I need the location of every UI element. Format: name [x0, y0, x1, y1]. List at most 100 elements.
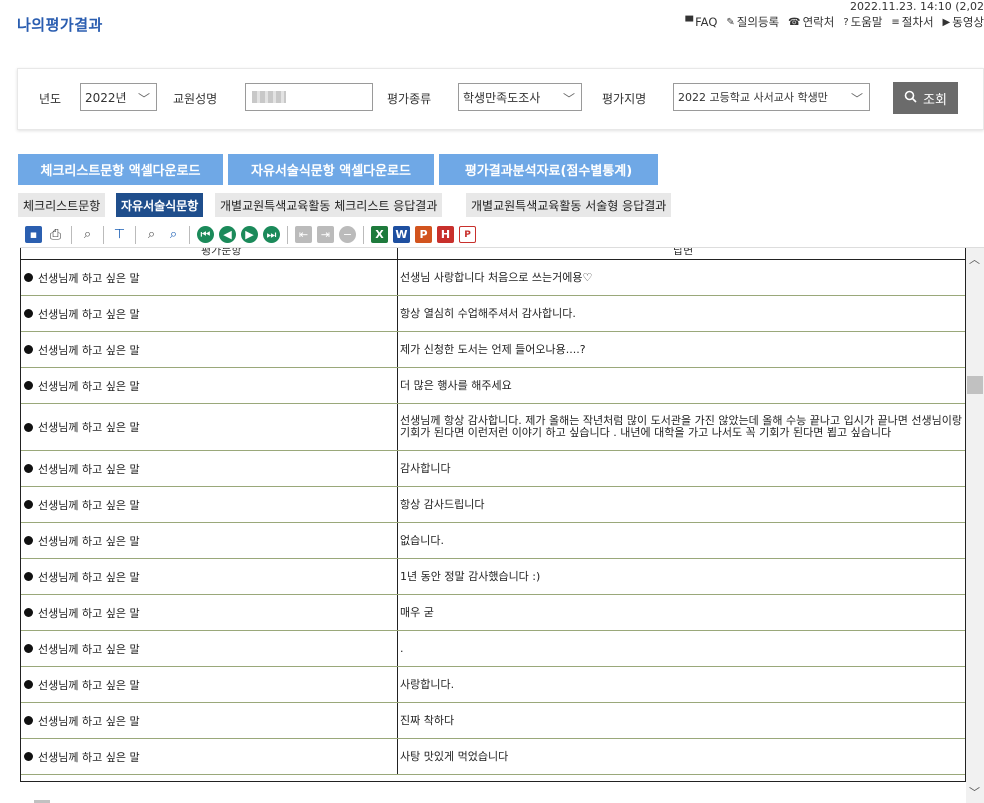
table-row: 선생님께 하고 싶은 말 사랑합니다.: [21, 667, 965, 703]
faq-icon: ▀: [685, 16, 694, 28]
question-cell: 선생님께 하고 싶은 말: [24, 739, 140, 774]
zoom-icon[interactable]: ⌕: [79, 226, 96, 243]
answer-cell: .: [400, 631, 962, 666]
tab-checklist[interactable]: 체크리스트문항: [18, 193, 106, 217]
bullet-icon: [24, 572, 33, 581]
word-icon[interactable]: W: [393, 226, 410, 243]
eval-index-select[interactable]: 2022 고등학교 사서교사 학생만 ﹀: [673, 83, 870, 111]
answer-cell: 감사합니다: [400, 451, 962, 486]
answer-text: 1년 동안 정말 감사했습니다 :): [400, 569, 541, 583]
answer-column-header: 답변: [673, 248, 694, 257]
table-row: 선생님께 하고 싶은 말 사탕 맛있게 먹었습니다: [21, 739, 965, 775]
find-next-icon[interactable]: ⌕: [165, 226, 182, 243]
procedure-link[interactable]: ≡ 절차서: [891, 14, 933, 30]
vertical-scrollbar[interactable]: ︿ ﹀: [966, 248, 984, 803]
import-icon[interactable]: ⇥: [317, 226, 334, 243]
bullet-icon: [24, 500, 33, 509]
tree-icon[interactable]: ⊤: [111, 226, 128, 243]
answer-cell: 항상 감사드립니다: [400, 487, 962, 522]
eval-type-select[interactable]: 학생만족도조사 ﹀: [458, 83, 582, 111]
next-page-icon[interactable]: ▶: [241, 226, 258, 243]
last-page-icon[interactable]: ⏭: [263, 226, 280, 243]
report-toolbar: ▪ ⎙ ⌕ ⊤ ⌕ ⌕ ⏮ ◀ ▶ ⏭ ⇤ ⇥ − X W P H P: [20, 222, 984, 248]
faq-link[interactable]: ▀ FAQ: [685, 14, 717, 30]
export-icon[interactable]: ⇤: [295, 226, 312, 243]
contact-link[interactable]: ☎ 연락처: [788, 14, 834, 30]
answer-text: 항상 감사드립니다: [400, 497, 485, 511]
first-page-icon[interactable]: ⏮: [197, 226, 214, 243]
tab-freetext[interactable]: 자유서술식문항: [116, 193, 204, 217]
pencil-icon: ✎: [726, 16, 735, 28]
year-select[interactable]: 2022년 ﹀: [80, 83, 157, 111]
timestamp: 2022.11.23. 14:10 (2,02: [850, 0, 984, 13]
list-icon: ≡: [891, 16, 900, 28]
report-header: 평가문항 답변: [21, 248, 965, 260]
question-text: 선생님께 하고 싶은 말: [38, 714, 140, 728]
save-icon[interactable]: ▪: [25, 226, 42, 243]
tab-special-descriptive[interactable]: 개별교원특색교육활동 서술형 응답결과: [466, 193, 672, 217]
question-text: 선생님께 하고 싶은 말: [38, 534, 140, 548]
stop-icon[interactable]: −: [339, 226, 356, 243]
top-links: ▀ FAQ ✎ 질의등록 ☎ 연락처 ? 도움말 ≡ 절차서 ▶ 동영상: [685, 14, 984, 30]
table-row: 선생님께 하고 싶은 말 선생님 사랑합니다 처음으로 쓰는거에용♡: [21, 260, 965, 296]
question-cell: 선생님께 하고 싶은 말: [24, 559, 140, 594]
teacher-name-field[interactable]: [245, 83, 373, 111]
question-cell: 선생님께 하고 싶은 말: [24, 404, 140, 450]
eval-type-label: 평가종류: [387, 92, 432, 106]
question-cell: 선생님께 하고 싶은 말: [24, 631, 140, 666]
question-text: 선생님께 하고 싶은 말: [38, 642, 140, 656]
help-link[interactable]: ? 도움말: [843, 14, 882, 30]
answer-text: 감사합니다: [400, 461, 451, 475]
scroll-up-icon[interactable]: ︿: [969, 251, 980, 267]
answer-text: 매우 굳: [400, 605, 434, 619]
print-icon[interactable]: ⎙: [47, 226, 64, 243]
eval-index-label: 평가지명: [602, 92, 647, 106]
question-cell: 선생님께 하고 싶은 말: [24, 487, 140, 522]
freetext-excel-download-button[interactable]: 자유서술식문항 액셀다운로드: [228, 154, 434, 185]
answer-text: 없습니다.: [400, 533, 444, 547]
answer-cell: 항상 열심히 수업해주셔서 감사합니다.: [400, 296, 962, 331]
question-cell: 선생님께 하고 싶은 말: [24, 703, 140, 738]
scroll-down-icon[interactable]: ﹀: [969, 784, 980, 800]
bullet-icon: [24, 752, 33, 761]
chevron-down-icon: ﹀: [850, 92, 863, 106]
question-cell: 선생님께 하고 싶은 말: [24, 523, 140, 558]
inquiry-link[interactable]: ✎ 질의등록: [726, 14, 779, 30]
answer-text: 사랑합니다.: [400, 677, 455, 691]
scrollbar-thumb[interactable]: [967, 376, 983, 394]
answer-cell: 더 많은 행사를 해주세요: [400, 368, 962, 403]
video-link[interactable]: ▶ 동영상: [943, 14, 984, 30]
question-cell: 선생님께 하고 싶은 말: [24, 667, 140, 702]
table-row: 선생님께 하고 싶은 말 항상 열심히 수업해주셔서 감사합니다.: [21, 296, 965, 332]
prev-page-icon[interactable]: ◀: [219, 226, 236, 243]
answer-text: .: [400, 641, 404, 655]
table-row: 선생님께 하고 싶은 말.: [21, 631, 965, 667]
answer-text: 항상 열심히 수업해주셔서 감사합니다.: [400, 306, 576, 320]
analysis-stats-button[interactable]: 평가결과분석자료(점수별통계): [439, 154, 658, 185]
answer-text: 선생님 사랑합니다 처음으로 쓰는거에용♡: [400, 270, 593, 284]
checklist-excel-download-button[interactable]: 체크리스트문항 액셀다운로드: [18, 154, 223, 185]
teacher-label: 교원성명: [173, 92, 218, 106]
chevron-down-icon: ﹀: [562, 92, 575, 106]
find-icon[interactable]: ⌕: [143, 226, 160, 243]
table-row: 선생님께 하고 싶은 말 더 많은 행사를 해주세요: [21, 368, 965, 404]
table-row: 선생님께 하고 싶은 말 매우 굳: [21, 595, 965, 631]
question-cell: 선생님께 하고 싶은 말: [24, 451, 140, 486]
question-cell: 선생님께 하고 싶은 말: [24, 260, 140, 295]
question-text: 선생님께 하고 싶은 말: [38, 271, 140, 285]
pdf-icon[interactable]: P: [459, 226, 476, 243]
answer-cell: 없습니다.: [400, 523, 962, 558]
question-cell: 선생님께 하고 싶은 말: [24, 296, 140, 331]
hwp-icon[interactable]: H: [437, 226, 454, 243]
ppt-icon[interactable]: P: [415, 226, 432, 243]
question-column-header: 평가문항: [201, 248, 242, 257]
answer-cell: 제가 신청한 도서는 언제 들어오나용....?: [400, 332, 962, 367]
bullet-icon: [24, 680, 33, 689]
answer-cell: 사탕 맛있게 먹었습니다: [400, 739, 962, 774]
question-text: 선생님께 하고 싶은 말: [38, 462, 140, 476]
tab-special-checklist[interactable]: 개별교원특색교육활동 체크리스트 응답결과: [215, 193, 443, 217]
search-button[interactable]: 조회: [893, 82, 958, 114]
excel-icon[interactable]: X: [371, 226, 388, 243]
bullet-icon: [24, 644, 33, 653]
play-icon: ▶: [942, 16, 951, 28]
